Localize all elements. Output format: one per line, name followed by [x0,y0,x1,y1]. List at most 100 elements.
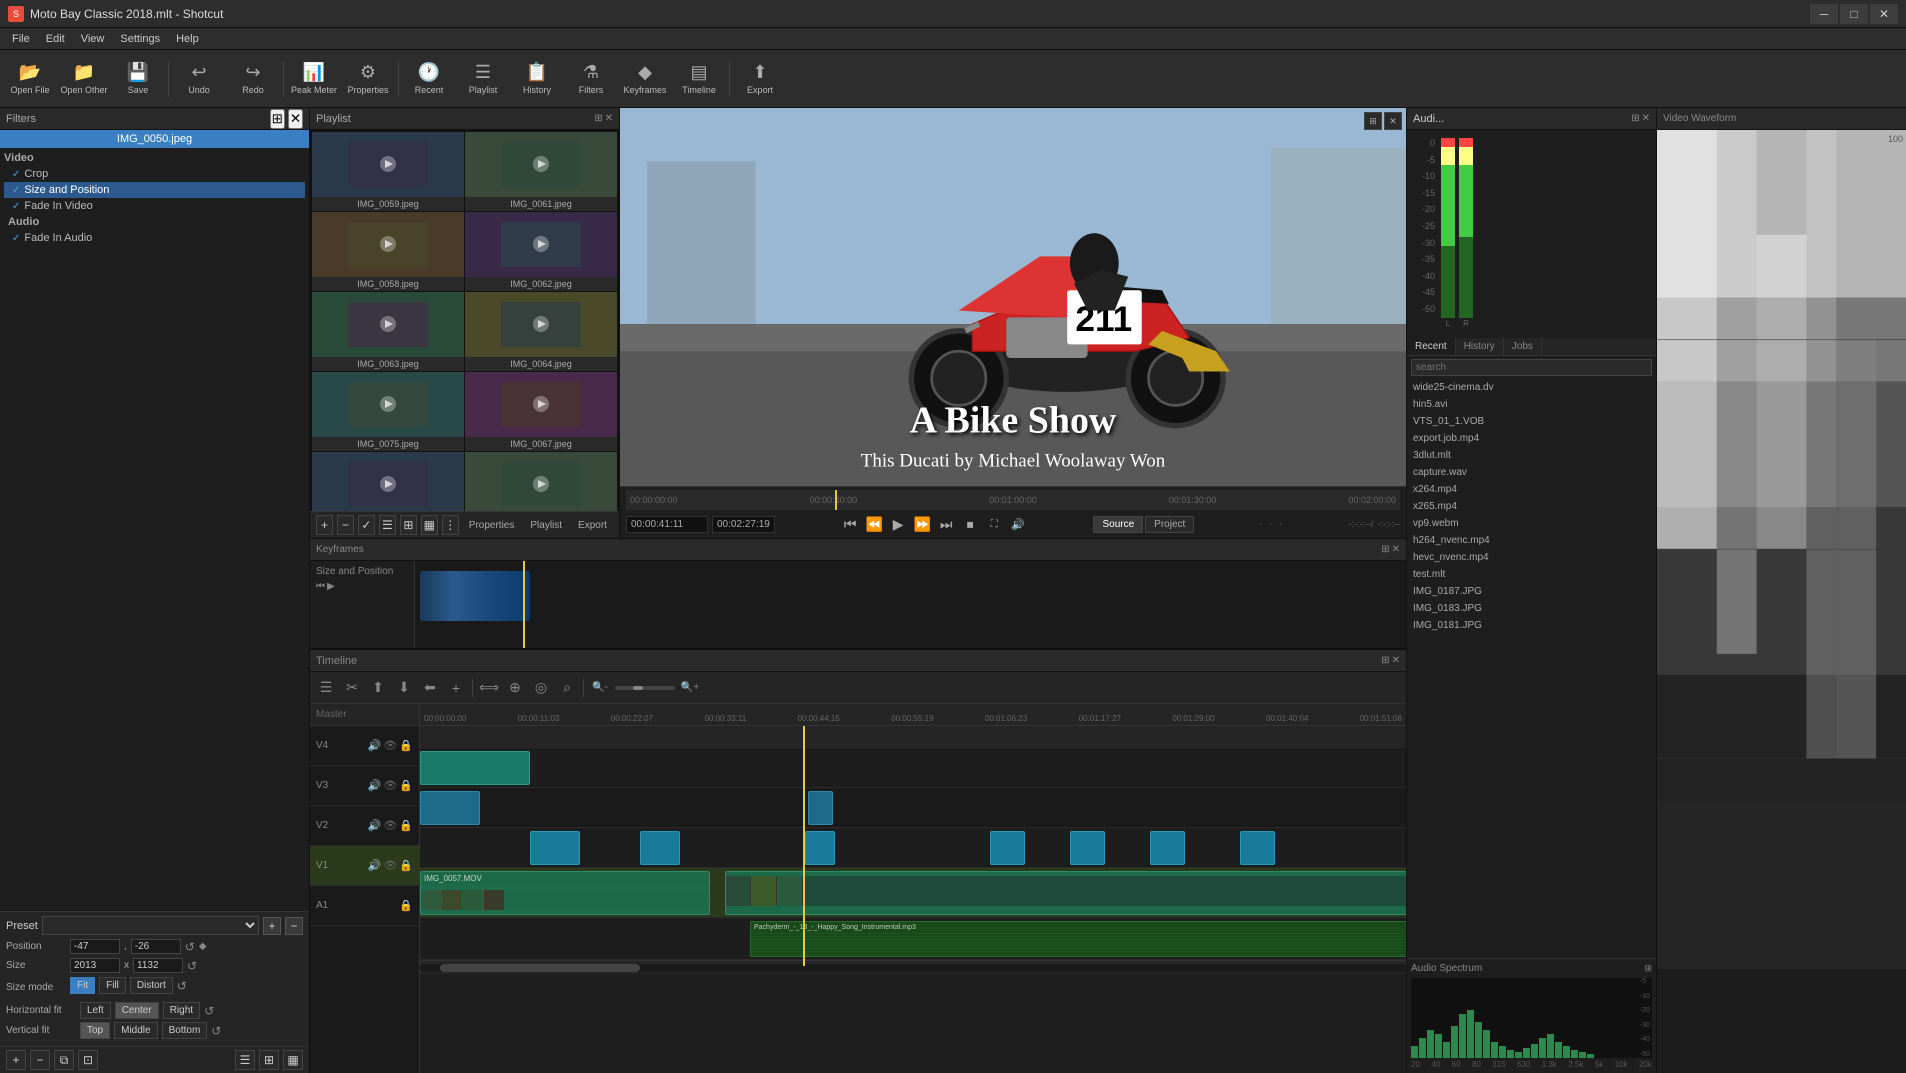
playlist-item-7[interactable]: IMG_0067.jpeg [465,372,617,451]
filter-position-y-input[interactable] [131,939,181,954]
a1-lock-icon[interactable]: 🔒 [399,899,413,912]
playlist-item-9[interactable]: IMG_0070.MOV [465,452,617,511]
v1-clip-2[interactable] [725,871,1406,915]
save-button[interactable]: 💾 Save [112,54,164,104]
minimize-button[interactable]: ─ [1810,4,1838,24]
video-project-button[interactable]: Project [1145,516,1194,533]
tl-add-track-button[interactable]: + [444,676,468,700]
right-panel-close-button[interactable]: ✕ [1642,113,1650,124]
menu-edit[interactable]: Edit [38,31,73,47]
recent-file-item-5[interactable]: capture.wav [1407,464,1656,481]
recent-file-item-8[interactable]: vp9.webm [1407,515,1656,532]
filter-distort-button[interactable]: Distort [130,977,173,994]
filter-view-grid-button[interactable]: ⊞ [259,1050,279,1070]
timeline-content[interactable]: 00:00:00:00 00:00:11:03 00:00:22:07 00:0… [420,704,1406,1073]
video-close-button[interactable]: ✕ [1384,112,1402,130]
v2-clip-2[interactable] [640,831,680,865]
filter-left-button[interactable]: Left [80,1002,111,1019]
tl-toggle-ripple-button[interactable]: ⟺ [477,676,501,700]
tl-overwrite-button[interactable]: ⬇ [392,676,416,700]
playlist-button[interactable]: ☰ Playlist [457,54,509,104]
filter-vert-reset-button[interactable]: ↺ [211,1024,221,1038]
filter-delete-button[interactable]: − [30,1050,50,1070]
playlist-expand-button[interactable]: ⊞ [594,113,602,124]
peak-meter-button[interactable]: 📊 Peak Meter [288,54,340,104]
video-next-frame-button[interactable]: ⏩ [911,513,933,535]
playlist-item-0[interactable]: IMG_0059.jpeg [312,132,464,211]
kf-nav-prev-button[interactable]: ⏮ [316,581,325,592]
undo-button[interactable]: ↩ Undo [173,54,225,104]
video-source-button[interactable]: Source [1093,516,1143,533]
filter-item-fade-audio[interactable]: ✓ Fade In Audio [4,230,305,246]
video-play-button[interactable]: ▶ [887,513,909,535]
playlist-item-2[interactable]: IMG_0058.jpeg [312,212,464,291]
v2-clip-6[interactable] [1150,831,1185,865]
recent-file-item-14[interactable]: IMG_0181.JPG [1407,617,1656,634]
filter-item-fade-video[interactable]: ✓ Fade In Video [4,198,305,214]
tl-toggle-zoom-button[interactable]: ⌕ [555,676,579,700]
open-other-button[interactable]: 📁 Open Other [58,54,110,104]
video-skip-end-button[interactable]: ⏭ [935,513,957,535]
tl-scissors-button[interactable]: ✂ [340,676,364,700]
tl-lift-button[interactable]: ⬆ [366,676,390,700]
scroll-thumb[interactable] [440,964,640,972]
filter-size-h-input[interactable] [133,958,183,973]
playlist-item-6[interactable]: IMG_0075.jpeg [312,372,464,451]
tl-menu-button[interactable]: ☰ [314,676,338,700]
keyframes-button[interactable]: ◆ Keyframes [619,54,671,104]
v2-clip-4[interactable] [990,831,1025,865]
playlist-more-button[interactable]: ⋮ [442,515,459,535]
menu-help[interactable]: Help [168,31,207,47]
recent-file-item-13[interactable]: IMG_0183.JPG [1407,600,1656,617]
filter-size-w-input[interactable] [70,958,120,973]
filter-item-size-position[interactable]: ✓ Size and Position [4,182,305,198]
video-current-time-input[interactable] [626,516,708,533]
v4-clip-1[interactable] [420,751,530,785]
tl-toggle-scrub-button[interactable]: ◎ [529,676,553,700]
keyframes-expand-button[interactable]: ⊞ [1381,544,1389,555]
filter-fill-button[interactable]: Fill [99,977,126,994]
timeline-scrollbar[interactable] [420,960,1406,974]
filter-view-mode-button[interactable]: ▦ [283,1050,303,1070]
timeline-close-button[interactable]: ✕ [1392,655,1400,666]
tl-zoom-out-button[interactable]: 🔍- [588,676,612,700]
open-file-button[interactable]: 📂 Open File [4,54,56,104]
v3-clip-1[interactable] [420,791,480,825]
playlist-item-8[interactable]: IMG_0066.MOV [312,452,464,511]
recent-file-item-1[interactable]: hin5.avi [1407,396,1656,413]
v2-visible-icon[interactable]: 👁 [383,819,397,832]
tab-recent[interactable]: Recent [1407,338,1456,355]
v4-lock-icon[interactable]: 🔒 [399,739,413,752]
recent-file-item-2[interactable]: VTS_01_1.VOB [1407,413,1656,430]
tl-ripple-delete-button[interactable]: ⬅ [418,676,442,700]
filter-right-button[interactable]: Right [163,1002,200,1019]
recent-file-item-7[interactable]: x265.mp4 [1407,498,1656,515]
v4-audio-icon[interactable]: 🔊 [368,739,382,752]
recent-button[interactable]: 🕐 Recent [403,54,455,104]
menu-file[interactable]: File [4,31,38,47]
filter-paste-button[interactable]: ⊡ [78,1050,98,1070]
v3-clip-2[interactable] [808,791,833,825]
tab-jobs[interactable]: Jobs [1504,338,1542,355]
filter-bottom-button[interactable]: Bottom [162,1022,208,1039]
timeline-expand-button[interactable]: ⊞ [1381,655,1389,666]
playlist-close-button[interactable]: ✕ [605,113,613,124]
playlist-detail-view-button[interactable]: ▦ [421,515,438,535]
maximize-button[interactable]: □ [1840,4,1868,24]
filter-copy-button[interactable]: ⧉ [54,1050,74,1070]
playlist-grid-view-button[interactable]: ⊞ [400,515,417,535]
playlist-item-3[interactable]: IMG_0062.jpeg [465,212,617,291]
properties-button[interactable]: ⚙ Properties [342,54,394,104]
menu-settings[interactable]: Settings [112,31,168,47]
filter-size-mode-reset-button[interactable]: ↺ [177,977,187,994]
v2-clip-3[interactable] [805,831,835,865]
video-volume-button[interactable]: 🔊 [1007,513,1029,535]
timeline-button[interactable]: ▤ Timeline [673,54,725,104]
playlist-export-link[interactable]: Export [572,518,613,533]
video-loop-button[interactable]: ⛶ [983,513,1005,535]
filter-remove-preset-button[interactable]: − [285,917,303,935]
v2-clip-5[interactable] [1070,831,1105,865]
recent-file-item-3[interactable]: export.job.mp4 [1407,430,1656,447]
tab-history[interactable]: History [1456,338,1504,355]
spectrum-expand-button[interactable]: ⊞ [1644,963,1652,974]
